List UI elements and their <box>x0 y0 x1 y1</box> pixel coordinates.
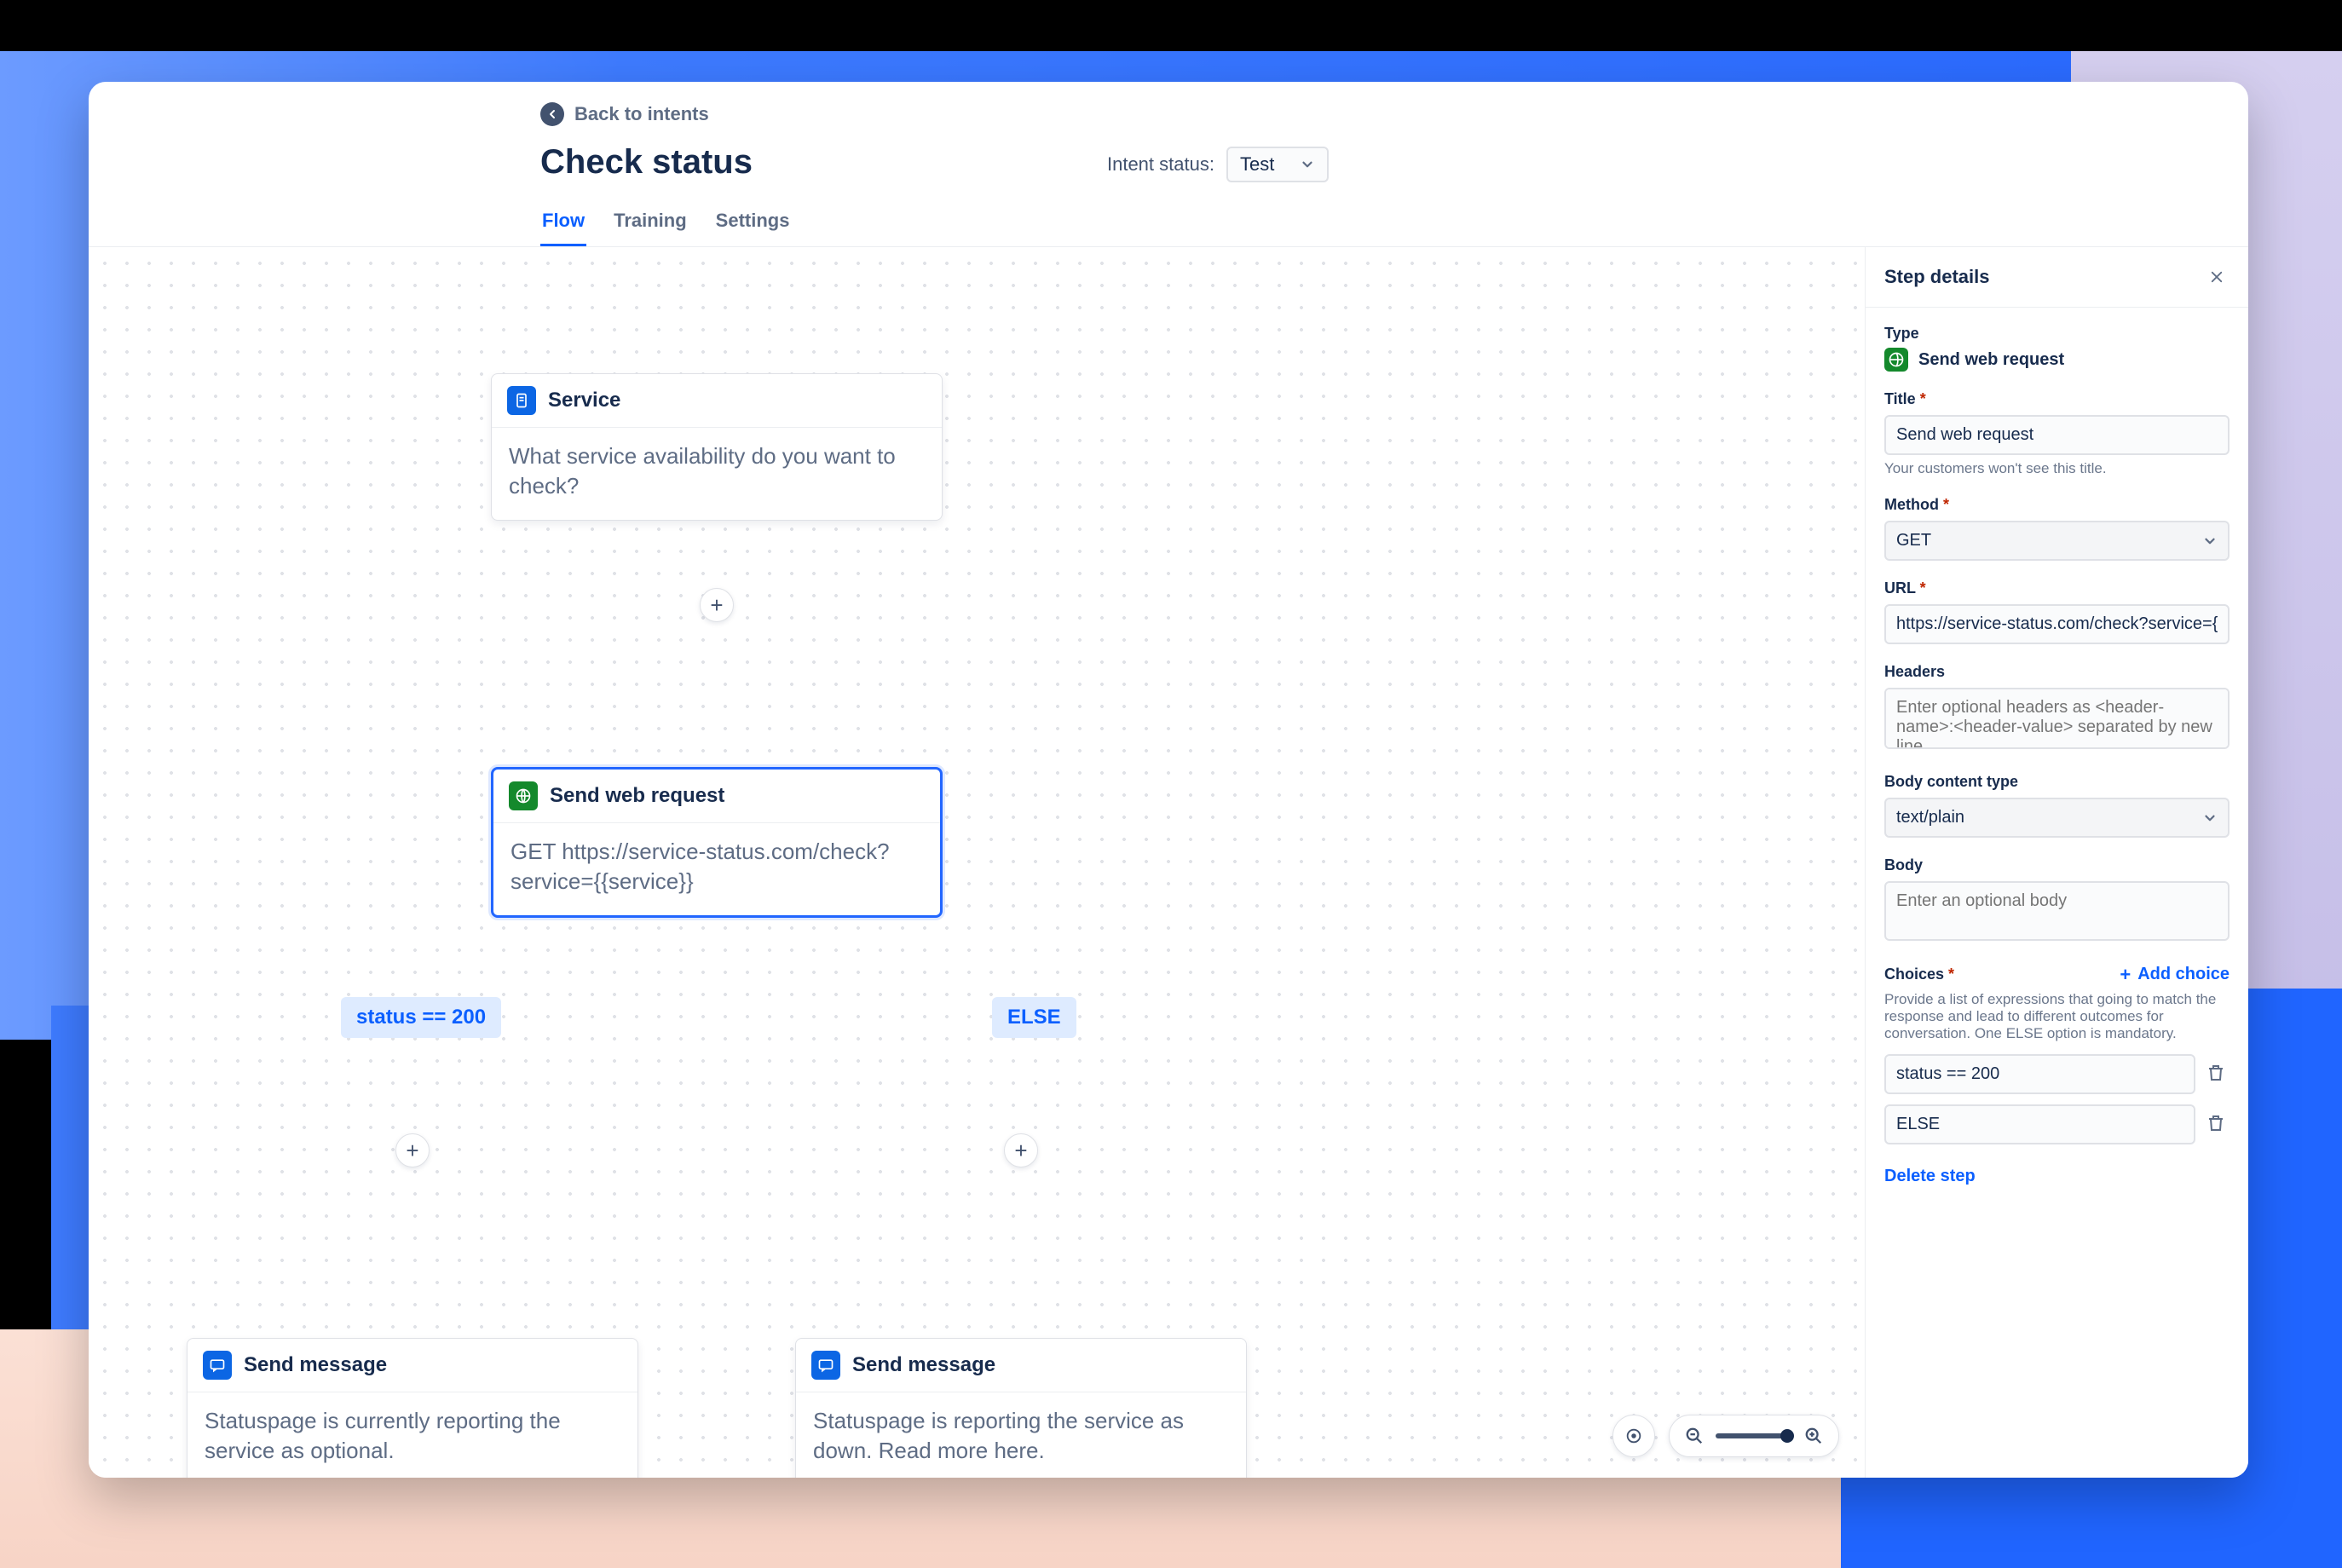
node-send-message-left[interactable]: Send message Statuspage is currently rep… <box>187 1338 638 1478</box>
zoom-controls <box>1612 1415 1839 1457</box>
connectors <box>89 247 344 375</box>
node-web-request-body: GET https://service-status.com/check?ser… <box>493 823 940 915</box>
body-type-label: Body content type <box>1884 773 2230 791</box>
intent-status-value: Test <box>1240 153 1274 176</box>
chevron-down-icon <box>1300 157 1315 172</box>
zoom-slider[interactable] <box>1669 1415 1839 1457</box>
node-send-message-right-title: Send message <box>852 1353 995 1377</box>
body-type-value: text/plain <box>1896 808 1964 827</box>
tab-flow[interactable]: Flow <box>540 201 586 246</box>
page-title: Check status <box>540 143 753 182</box>
type-value: Send web request <box>1918 350 2064 370</box>
url-input[interactable] <box>1884 604 2230 644</box>
zoom-out-icon <box>1685 1427 1704 1445</box>
node-service-title: Service <box>548 389 620 412</box>
tabs: Flow Training Settings <box>540 201 2214 246</box>
flow-canvas[interactable]: Service What service availability do you… <box>89 247 1865 1478</box>
node-send-message-right[interactable]: Send message Statuspage is reporting the… <box>795 1338 1247 1478</box>
add-choice-button[interactable]: + Add choice <box>2120 965 2230 984</box>
node-service[interactable]: Service What service availability do you… <box>491 373 943 521</box>
recenter-button[interactable] <box>1612 1415 1655 1457</box>
message-icon <box>811 1351 840 1380</box>
node-send-message-right-body: Statuspage is reporting the service as d… <box>796 1392 1246 1478</box>
add-step-button-left[interactable]: + <box>395 1133 430 1167</box>
tab-settings[interactable]: Settings <box>714 201 792 246</box>
body-input[interactable] <box>1884 881 2230 941</box>
panel-title: Step details <box>1884 266 1989 288</box>
title-help: Your customers won't see this title. <box>1884 460 2230 477</box>
plus-icon: + <box>2120 966 2131 984</box>
chevron-down-icon <box>2202 533 2218 549</box>
method-select[interactable]: GET <box>1884 521 2230 561</box>
add-choice-label: Add choice <box>2137 965 2230 984</box>
message-icon <box>203 1351 232 1380</box>
title-label: Title <box>1884 390 2230 408</box>
add-step-button[interactable]: + <box>700 588 734 622</box>
headers-input[interactable] <box>1884 688 2230 749</box>
node-service-body: What service availability do you want to… <box>492 428 942 520</box>
document-icon <box>507 386 536 415</box>
title-input[interactable] <box>1884 415 2230 455</box>
method-value: GET <box>1896 531 1931 551</box>
zoom-thumb[interactable] <box>1780 1429 1794 1443</box>
header: Back to intents Check status Intent stat… <box>89 82 2248 246</box>
chevron-down-icon <box>2202 810 2218 826</box>
intent-status-select[interactable]: Test <box>1226 147 1329 182</box>
body-label: Body <box>1884 856 2230 874</box>
headers-label: Headers <box>1884 663 2230 681</box>
close-panel-button[interactable] <box>2204 264 2230 290</box>
web-request-icon <box>1884 348 1908 372</box>
back-to-intents[interactable]: Back to intents <box>540 102 709 126</box>
choice-input-1[interactable] <box>1884 1054 2195 1094</box>
zoom-track[interactable] <box>1716 1433 1792 1438</box>
zoom-in-icon <box>1804 1427 1823 1445</box>
back-label: Back to intents <box>574 103 709 125</box>
decorative-bg <box>0 0 2342 51</box>
tab-training[interactable]: Training <box>612 201 689 246</box>
back-arrow-icon <box>540 102 564 126</box>
node-send-message-left-body: Statuspage is currently reporting the se… <box>187 1392 637 1478</box>
canvas-grid <box>89 247 1865 1478</box>
node-send-message-left-title: Send message <box>244 1353 387 1377</box>
intent-status-label: Intent status: <box>1107 153 1214 176</box>
choices-label: Choices <box>1884 966 1954 983</box>
delete-choice-1[interactable] <box>2206 1063 2230 1087</box>
branch-else[interactable]: ELSE <box>992 997 1076 1038</box>
type-label: Type <box>1884 325 2230 343</box>
branch-status-200[interactable]: status == 200 <box>341 997 501 1038</box>
choice-input-2[interactable] <box>1884 1104 2195 1144</box>
delete-step-link[interactable]: Delete step <box>1884 1167 2230 1186</box>
body-type-select[interactable]: text/plain <box>1884 798 2230 838</box>
url-label: URL <box>1884 579 2230 597</box>
add-step-button-right[interactable]: + <box>1004 1133 1038 1167</box>
app-window: Back to intents Check status Intent stat… <box>89 82 2248 1478</box>
step-details-panel: Step details Type Send web request <box>1865 247 2248 1478</box>
web-request-icon <box>509 781 538 810</box>
method-label: Method <box>1884 496 2230 514</box>
node-web-request[interactable]: Send web request GET https://service-sta… <box>491 767 943 918</box>
delete-choice-2[interactable] <box>2206 1113 2230 1137</box>
choices-help: Provide a list of expressions that going… <box>1884 991 2230 1042</box>
node-web-request-title: Send web request <box>550 784 724 808</box>
